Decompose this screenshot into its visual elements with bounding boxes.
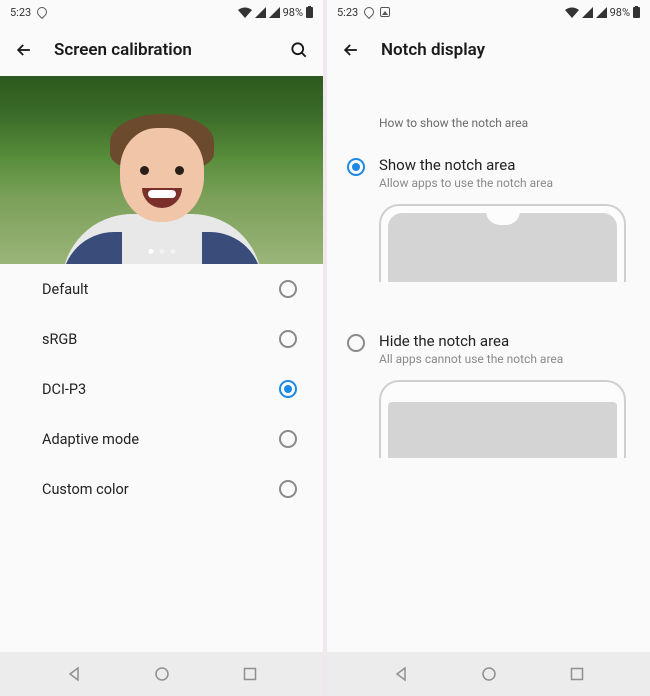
- option-title: Hide the notch area: [379, 332, 626, 350]
- option-label: DCI-P3: [42, 381, 86, 398]
- carousel-dot[interactable]: [159, 249, 164, 254]
- signal-icon: [582, 7, 593, 18]
- notch-preview-hide: [379, 380, 626, 458]
- radio-icon[interactable]: [279, 430, 297, 448]
- option-title: Show the notch area: [379, 156, 626, 174]
- calibration-preview-image[interactable]: [0, 76, 323, 264]
- status-bar: 5:23 98%: [0, 0, 323, 24]
- status-time: 5:23: [10, 6, 31, 19]
- calibration-options: Default sRGB DCI-P3 Adaptive mode Custom…: [0, 264, 323, 514]
- radio-icon[interactable]: [279, 330, 297, 348]
- option-srgb[interactable]: sRGB: [0, 314, 323, 364]
- radio-icon[interactable]: [279, 480, 297, 498]
- radio-icon[interactable]: [347, 158, 365, 176]
- option-default[interactable]: Default: [0, 264, 323, 314]
- search-icon[interactable]: [289, 40, 309, 60]
- navigation-bar: [0, 652, 323, 696]
- option-hide-notch[interactable]: Hide the notch area All apps cannot use …: [327, 324, 650, 470]
- wifi-icon: [565, 7, 579, 18]
- wifi-icon: [238, 7, 252, 18]
- location-icon: [35, 5, 49, 19]
- radio-icon[interactable]: [279, 280, 297, 298]
- battery-percent: 98%: [283, 6, 303, 19]
- radio-icon[interactable]: [279, 380, 297, 398]
- screen-notch-display: 5:23 98% Notch display How to show the n…: [327, 0, 650, 696]
- carousel-dots[interactable]: [148, 249, 175, 254]
- screen-calibration: 5:23 98% Screen calibration: [0, 0, 323, 696]
- option-adaptive[interactable]: Adaptive mode: [0, 414, 323, 464]
- nav-recent-icon[interactable]: [243, 667, 257, 681]
- battery-percent: 98%: [610, 6, 630, 19]
- option-dci-p3[interactable]: DCI-P3: [0, 364, 323, 414]
- app-bar: Screen calibration: [0, 24, 323, 76]
- signal-icon: [269, 7, 280, 18]
- page-title: Notch display: [381, 40, 636, 60]
- signal-icon: [596, 7, 607, 18]
- battery-icon: [306, 6, 313, 18]
- battery-icon: [633, 6, 640, 18]
- nav-home-icon[interactable]: [154, 666, 170, 682]
- notch-preview-show: [379, 204, 626, 282]
- option-custom[interactable]: Custom color: [0, 464, 323, 514]
- nav-back-icon[interactable]: [393, 666, 409, 682]
- option-label: Adaptive mode: [42, 431, 139, 448]
- section-heading: How to show the notch area: [327, 76, 650, 148]
- back-arrow-icon[interactable]: [14, 40, 34, 60]
- location-icon: [362, 5, 376, 19]
- status-time: 5:23: [337, 6, 358, 19]
- radio-icon[interactable]: [347, 334, 365, 352]
- option-label: sRGB: [42, 331, 77, 348]
- screenshot-icon: [380, 7, 390, 17]
- option-show-notch[interactable]: Show the notch area Allow apps to use th…: [327, 148, 650, 294]
- status-bar: 5:23 98%: [327, 0, 650, 24]
- carousel-dot[interactable]: [148, 249, 153, 254]
- option-subtitle: Allow apps to use the notch area: [379, 176, 626, 190]
- signal-icon: [255, 7, 266, 18]
- nav-recent-icon[interactable]: [570, 667, 584, 681]
- nav-home-icon[interactable]: [481, 666, 497, 682]
- option-subtitle: All apps cannot use the notch area: [379, 352, 626, 366]
- nav-back-icon[interactable]: [66, 666, 82, 682]
- page-title: Screen calibration: [54, 40, 269, 60]
- option-label: Custom color: [42, 481, 129, 498]
- back-arrow-icon[interactable]: [341, 40, 361, 60]
- carousel-dot[interactable]: [170, 249, 175, 254]
- option-label: Default: [42, 281, 88, 298]
- app-bar: Notch display: [327, 24, 650, 76]
- navigation-bar: [327, 652, 650, 696]
